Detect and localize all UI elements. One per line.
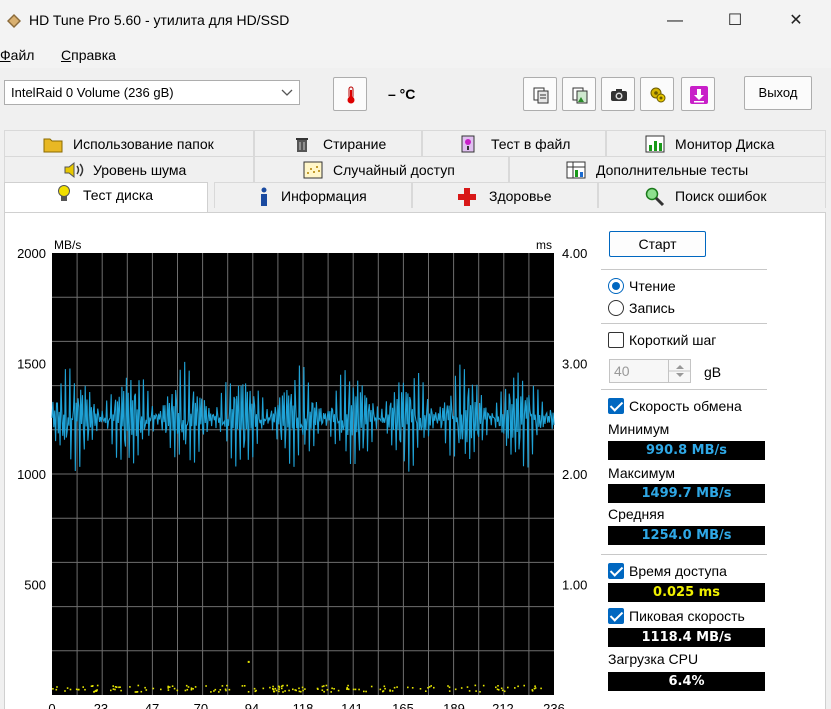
separator bbox=[601, 269, 767, 270]
short-step-checkbox[interactable] bbox=[608, 332, 624, 348]
save-button[interactable] bbox=[681, 77, 715, 111]
step-size-spinner: 40 bbox=[609, 359, 691, 383]
table-chart-icon bbox=[566, 161, 586, 179]
temperature-button[interactable] bbox=[333, 77, 367, 111]
copy-image-button[interactable] bbox=[562, 77, 596, 111]
tab-label: Уровень шума bbox=[93, 162, 187, 178]
tab-disk-monitor[interactable]: Монитор Диска bbox=[606, 130, 826, 156]
transfer-rate-label: Скорость обмена bbox=[629, 398, 742, 414]
tab-random-access[interactable]: Случайный доступ bbox=[254, 156, 509, 182]
title-bar: HD Tune Pro 5.60 - утилита для HD/SSD — … bbox=[0, 0, 831, 42]
tab-health[interactable]: Здоровье bbox=[412, 182, 598, 208]
trash-icon bbox=[296, 138, 308, 152]
transfer-rate-checkbox[interactable] bbox=[608, 398, 624, 414]
info-icon bbox=[261, 187, 267, 206]
tab-label: Тест в файл bbox=[491, 136, 571, 152]
options-button[interactable] bbox=[640, 77, 674, 111]
cpu-usage-value: 6.4% bbox=[608, 672, 765, 691]
cpu-usage-label: Загрузка CPU bbox=[608, 651, 699, 667]
monitor-chart-icon bbox=[645, 135, 665, 153]
maximize-button[interactable]: ☐ bbox=[715, 8, 755, 34]
burst-rate-checkbox[interactable] bbox=[608, 608, 624, 624]
separator bbox=[601, 389, 767, 390]
copy-image-icon bbox=[572, 87, 588, 104]
separator bbox=[601, 554, 767, 555]
menu-file-rest: айл bbox=[10, 47, 35, 63]
close-button[interactable]: ✕ bbox=[776, 8, 816, 34]
folder-icon bbox=[43, 138, 63, 153]
tab-label: Поиск ошибок bbox=[675, 188, 767, 204]
burst-rate-label: Пиковая скорость bbox=[629, 608, 745, 624]
window-title: HD Tune Pro 5.60 - утилита для HD/SSD bbox=[29, 12, 290, 28]
copy-text-icon bbox=[533, 87, 549, 104]
read-radio[interactable] bbox=[608, 278, 624, 294]
screenshot-button[interactable] bbox=[601, 77, 635, 111]
tab-label: Информация bbox=[281, 188, 367, 204]
max-value: 1499.7 MB/s bbox=[608, 484, 765, 503]
drive-select-value: IntelRaid 0 Volume (236 gB) bbox=[11, 85, 174, 100]
menu-file-hotkey: Ф bbox=[0, 47, 11, 63]
magnifier-icon bbox=[645, 187, 665, 207]
tab-noise-level[interactable]: Уровень шума bbox=[4, 156, 254, 182]
minimize-button[interactable]: — bbox=[655, 8, 695, 34]
write-label: Запись bbox=[629, 300, 675, 316]
copy-text-button[interactable] bbox=[523, 77, 557, 111]
health-cross-icon bbox=[458, 188, 476, 206]
step-size-unit: gB bbox=[704, 364, 722, 380]
spinner-arrows bbox=[668, 360, 691, 382]
menu-bar: Файл Справка bbox=[0, 42, 831, 68]
access-time-value: 0.025 ms bbox=[608, 583, 765, 602]
access-time-label: Время доступа bbox=[629, 563, 727, 579]
tab-file-benchmark[interactable]: Тест в файл bbox=[422, 130, 606, 156]
drive-select[interactable]: IntelRaid 0 Volume (236 gB) bbox=[4, 80, 300, 105]
menu-help-rest: правка bbox=[71, 47, 116, 63]
options-icon bbox=[650, 87, 666, 103]
temperature-value: – °C bbox=[388, 86, 416, 102]
scatter-icon bbox=[303, 161, 323, 179]
toolbar: IntelRaid 0 Volume (236 gB) – °C Выход bbox=[0, 68, 831, 124]
avg-value: 1254.0 MB/s bbox=[608, 526, 765, 545]
tab-benchmark[interactable]: Тест диска bbox=[4, 182, 208, 212]
chevron-down-icon bbox=[281, 89, 293, 96]
tab-label: Дополнительные тесты bbox=[596, 162, 749, 178]
tab-error-scan[interactable]: Поиск ошибок bbox=[598, 182, 826, 208]
min-label: Минимум bbox=[608, 421, 670, 437]
tab-extra-tests[interactable]: Дополнительные тесты bbox=[509, 156, 826, 182]
tab-label: Здоровье bbox=[489, 188, 552, 204]
max-label: Максимум bbox=[608, 465, 675, 481]
exit-button[interactable]: Выход bbox=[744, 76, 812, 110]
file-benchmark-icon bbox=[461, 135, 475, 153]
menu-file[interactable]: Файл bbox=[0, 47, 34, 63]
tab-strip: Использование папок Стирание Тест в файл… bbox=[4, 130, 826, 212]
lightbulb-icon bbox=[58, 185, 70, 201]
menu-help-hotkey: С bbox=[61, 47, 72, 63]
thermometer-icon bbox=[347, 86, 355, 104]
avg-label: Средняя bbox=[608, 506, 665, 522]
tab-erase[interactable]: Стирание bbox=[254, 130, 422, 156]
separator bbox=[601, 323, 767, 324]
read-label: Чтение bbox=[629, 278, 676, 294]
tab-folder-usage[interactable]: Использование папок bbox=[4, 130, 254, 156]
tab-label: Случайный доступ bbox=[333, 162, 455, 178]
write-radio[interactable] bbox=[608, 300, 624, 316]
burst-rate-value: 1118.4 MB/s bbox=[608, 628, 765, 647]
save-down-icon bbox=[690, 86, 708, 104]
tab-label: Стирание bbox=[323, 136, 387, 152]
app-logo-icon bbox=[7, 14, 21, 28]
tab-info[interactable]: Информация bbox=[214, 182, 412, 208]
camera-icon bbox=[611, 89, 627, 101]
min-value: 990.8 MB/s bbox=[608, 441, 765, 460]
tab-label: Монитор Диска bbox=[675, 136, 775, 152]
tab-label: Тест диска bbox=[83, 187, 154, 203]
menu-help[interactable]: Справка bbox=[61, 47, 116, 63]
up-down-arrows-icon bbox=[669, 365, 691, 377]
short-step-label: Короткий шаг bbox=[629, 332, 717, 348]
step-size-value: 40 bbox=[614, 363, 630, 379]
tab-label: Использование папок bbox=[73, 136, 214, 152]
start-button[interactable]: Старт bbox=[609, 231, 706, 257]
speaker-icon bbox=[64, 161, 84, 179]
access-time-checkbox[interactable] bbox=[608, 563, 624, 579]
